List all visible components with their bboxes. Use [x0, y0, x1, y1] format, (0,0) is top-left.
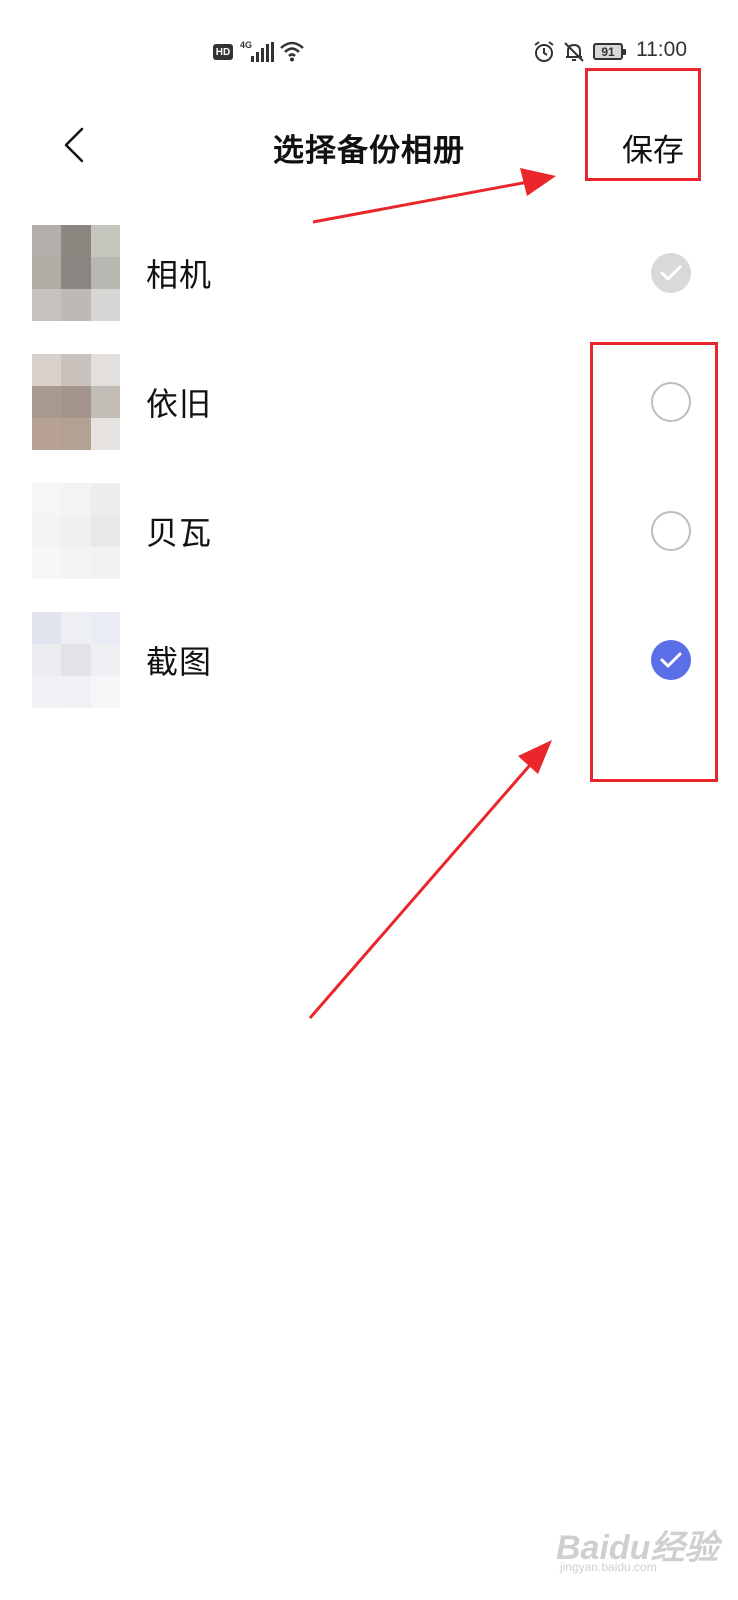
- checkmark-icon: [660, 265, 682, 281]
- wifi-icon: [280, 41, 304, 62]
- battery-indicator: 91: [593, 43, 626, 60]
- album-thumbnail: [32, 225, 120, 321]
- alarm-icon: [534, 41, 554, 62]
- album-name: 依旧: [146, 385, 213, 423]
- album-name: 相机: [146, 256, 213, 294]
- album-thumbnail: [32, 483, 120, 579]
- cell-signal-icon: [251, 42, 274, 62]
- watermark-url: jingyan.baidu.com: [560, 1560, 657, 1574]
- arrow-to-checkboxes: [308, 740, 552, 1019]
- hd-indicator: HD: [213, 44, 233, 60]
- checkbox-highlight-box: [590, 342, 718, 782]
- mute-bell-icon: [564, 42, 584, 62]
- album-name: 贝瓦: [146, 514, 213, 552]
- album-checkbox[interactable]: [651, 253, 691, 293]
- clock: 11:00: [636, 38, 687, 61]
- album-row-camera[interactable]: 相机: [0, 210, 738, 339]
- save-highlight-box: [585, 68, 701, 181]
- album-name: 截图: [146, 643, 213, 681]
- album-thumbnail: [32, 612, 120, 708]
- album-thumbnail: [32, 354, 120, 450]
- baidu-watermark: Baidu经验 jingyan.baidu.com: [556, 1512, 726, 1582]
